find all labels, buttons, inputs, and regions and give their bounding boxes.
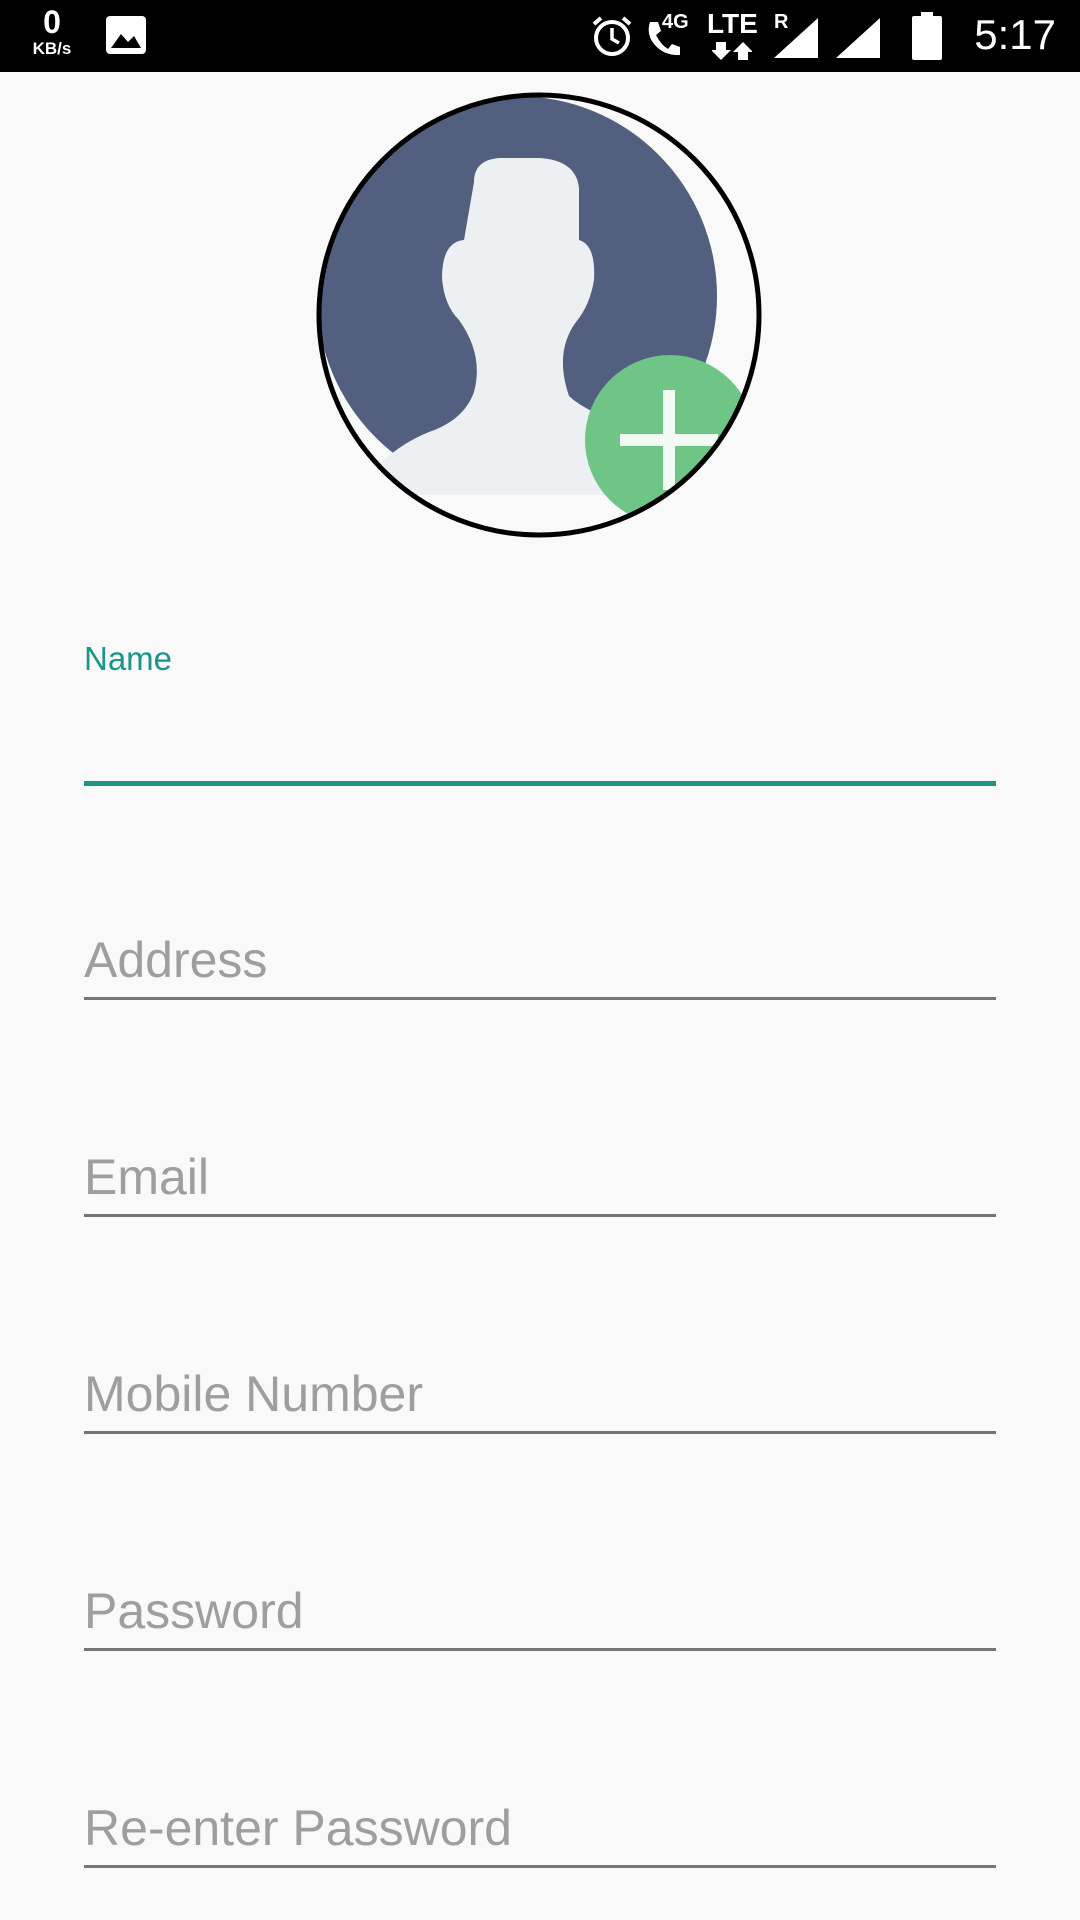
status-clock: 5:17 <box>974 11 1056 58</box>
email-input[interactable] <box>84 1137 996 1217</box>
avatar-placeholder-icon <box>316 92 762 538</box>
status-bar: 0 KB/s 4G LTE R 5:17 <box>0 0 1080 72</box>
profile-photo-picker[interactable] <box>314 90 764 540</box>
name-field-label: Name <box>84 640 173 677</box>
reenter-password-input[interactable] <box>84 1788 996 1868</box>
mobile-number-field-underline <box>84 1431 996 1434</box>
add-photo-badge[interactable] <box>585 355 755 525</box>
name-field <box>84 700 996 786</box>
password-field-underline <box>84 1648 996 1651</box>
signal-sim1-icon <box>774 18 818 63</box>
data-arrows-icon <box>711 40 753 67</box>
alarm-icon <box>590 14 634 63</box>
password-field <box>84 1565 996 1651</box>
name-input[interactable] <box>84 706 996 786</box>
address-field <box>84 914 996 1000</box>
network-4g-label: 4G <box>662 11 689 33</box>
network-speed-value: 0 <box>43 4 61 40</box>
battery-icon <box>912 12 942 65</box>
address-field-underline <box>84 997 996 1000</box>
address-input[interactable] <box>84 920 996 1000</box>
password-input[interactable] <box>84 1571 996 1651</box>
name-field-underline <box>84 781 996 786</box>
mobile-number-input[interactable] <box>84 1354 996 1434</box>
mobile-number-field <box>84 1348 996 1434</box>
network-speed-unit: KB/s <box>32 39 72 58</box>
reenter-password-field <box>84 1782 996 1868</box>
image-notification-icon <box>106 16 146 59</box>
signal-sim2-icon <box>836 18 880 63</box>
network-lte-label: LTE <box>707 8 758 39</box>
reenter-password-field-underline <box>84 1865 996 1868</box>
email-field <box>84 1131 996 1217</box>
network-speed: 0 KB/s <box>22 6 82 57</box>
email-field-underline <box>84 1214 996 1217</box>
